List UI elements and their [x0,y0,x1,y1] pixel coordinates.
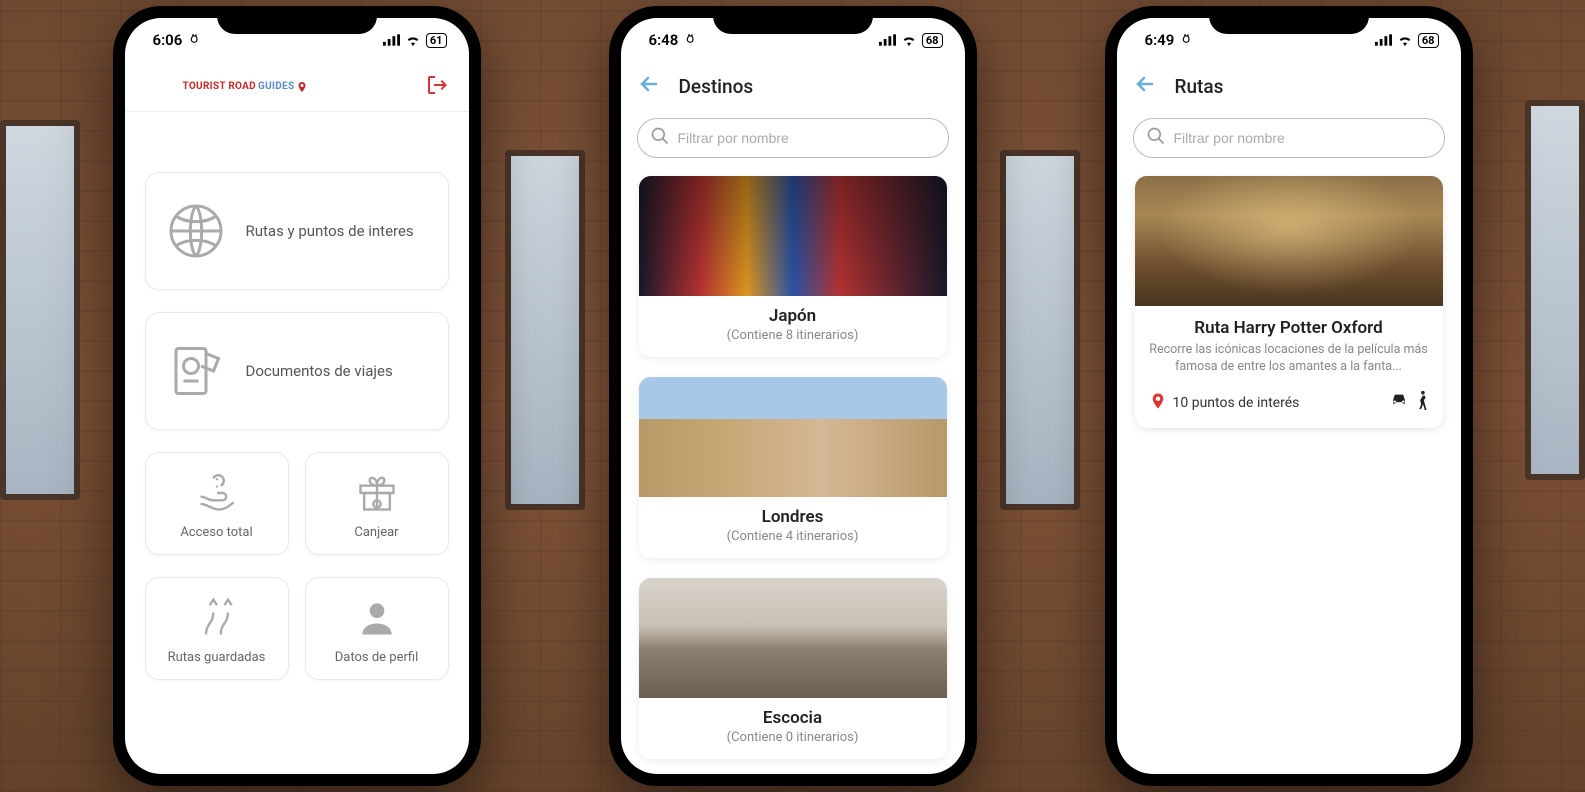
app-logo: TOURIST ROAD GUIDES [183,80,309,94]
poi-count-text: 10 puntos de interés [1173,395,1300,411]
status-flame-icon [1178,33,1192,47]
home-menu: Rutas y puntos de interes Documentos de … [125,112,469,700]
signal-icon [383,34,400,46]
search-input-wrap[interactable] [637,118,949,158]
walk-icon [1415,390,1429,414]
back-arrow-icon[interactable] [1133,72,1157,100]
status-time: 6:49 [1145,31,1175,49]
gift-icon [355,471,399,515]
search-input[interactable] [678,130,936,146]
route-description: Recorre las icónicas locaciones de la pe… [1149,342,1429,376]
route-title: Ruta Harry Potter Oxford [1149,318,1429,338]
search-input-wrap[interactable] [1133,118,1445,158]
route-list[interactable]: Ruta Harry Potter Oxford Recorre las icó… [1117,170,1461,774]
battery-level: 68 [922,33,943,48]
destination-list[interactable]: Japón (Contiene 8 itinerarios) Londres (… [621,170,965,774]
destination-title: Escocia [651,708,935,728]
search-icon [650,126,670,150]
menu-item-documents[interactable]: Documentos de viajes [145,312,449,430]
menu-label: Canjear [354,525,398,540]
battery-level: 61 [426,33,447,48]
destination-subtitle: (Contiene 0 itinerarios) [651,730,935,745]
notch [1209,6,1369,34]
logout-icon[interactable] [425,73,449,101]
phone-mockup-destinations: 6:48 68 Destinos [609,6,977,786]
phone-mockup-routes: 6:49 68 Rutas [1105,6,1473,786]
transport-icons [1389,390,1429,414]
wifi-icon [405,34,421,46]
destination-image [639,176,947,296]
menu-label: Datos de perfil [335,650,419,665]
wifi-icon [901,34,917,46]
search-input[interactable] [1174,130,1432,146]
notch [217,6,377,34]
battery-level: 68 [1418,33,1439,48]
route-card-harry-potter[interactable]: Ruta Harry Potter Oxford Recorre las icó… [1135,176,1443,428]
menu-label: Rutas guardadas [168,650,266,665]
page-title: Destinos [679,75,754,98]
menu-item-saved[interactable]: Rutas guardadas [145,577,289,680]
car-icon [1389,390,1409,414]
page-title: Rutas [1175,75,1224,98]
menu-item-redeem[interactable]: Canjear [305,452,449,555]
app-header: TOURIST ROAD GUIDES [125,62,469,112]
person-icon [355,596,399,640]
status-flame-icon [682,33,696,47]
route-image [1135,176,1443,306]
nav-header: Destinos [621,62,965,110]
back-arrow-icon[interactable] [637,72,661,100]
status-flame-icon [186,33,200,47]
passport-icon [166,341,226,401]
destination-image [639,578,947,698]
menu-item-routes[interactable]: Rutas y puntos de interes [145,172,449,290]
menu-label: Rutas y puntos de interes [246,222,414,240]
hand-money-icon [195,471,239,515]
destination-subtitle: (Contiene 4 itinerarios) [651,529,935,544]
destination-title: Japón [651,306,935,326]
notch [713,6,873,34]
destination-image [639,377,947,497]
menu-item-access[interactable]: Acceso total [145,452,289,555]
menu-item-profile[interactable]: Datos de perfil [305,577,449,680]
destination-card-london[interactable]: Londres (Contiene 4 itinerarios) [639,377,947,558]
wifi-icon [1397,34,1413,46]
poi-count: 10 puntos de interés [1149,392,1300,414]
destination-subtitle: (Contiene 8 itinerarios) [651,328,935,343]
menu-label: Documentos de viajes [246,362,393,380]
destination-title: Londres [651,507,935,527]
signal-icon [879,34,896,46]
destination-card-japan[interactable]: Japón (Contiene 8 itinerarios) [639,176,947,357]
pin-icon [1149,392,1167,414]
destination-card-scotland[interactable]: Escocia (Contiene 0 itinerarios) [639,578,947,759]
menu-label: Acceso total [180,525,252,540]
saved-routes-icon [195,596,239,640]
status-time: 6:06 [153,31,183,49]
signal-icon [1375,34,1392,46]
nav-header: Rutas [1117,62,1461,110]
search-icon [1146,126,1166,150]
status-time: 6:48 [649,31,679,49]
phone-mockup-home: 6:06 61 TOURIST ROAD GUIDES [113,6,481,786]
globe-icon [166,201,226,261]
